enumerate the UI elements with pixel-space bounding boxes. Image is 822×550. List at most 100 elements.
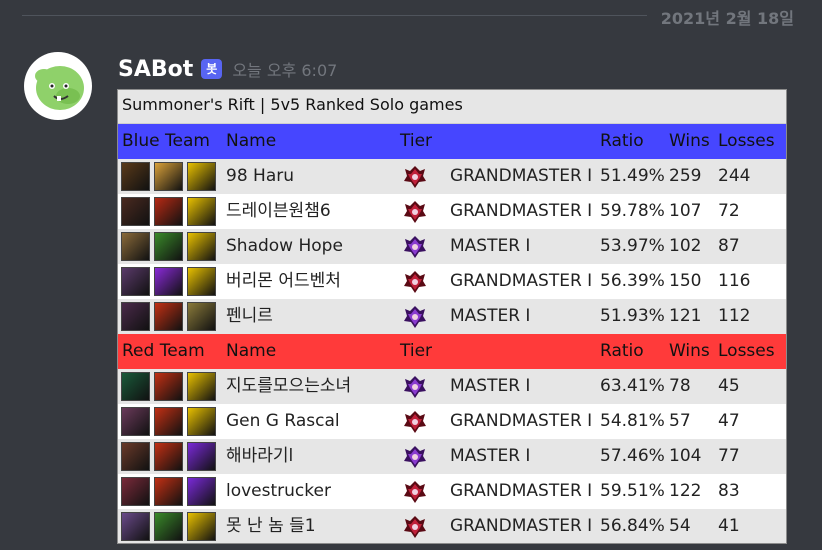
losses-count: 244 bbox=[718, 166, 751, 186]
player-icons bbox=[121, 372, 216, 401]
ranked-games-card: Summoner's Rift | 5v5 Ranked Solo games … bbox=[117, 89, 787, 544]
losses-count: 72 bbox=[718, 201, 740, 221]
player-icons bbox=[121, 512, 216, 541]
losses-count: 41 bbox=[718, 516, 740, 536]
player-icons bbox=[121, 232, 216, 261]
player-icons bbox=[121, 267, 216, 296]
win-ratio: 56.39% bbox=[600, 271, 665, 291]
losses-count: 87 bbox=[718, 236, 740, 256]
champion-portrait-icon bbox=[121, 302, 150, 331]
summoner-spell-icon bbox=[154, 267, 183, 296]
tier-label: MASTER I bbox=[450, 306, 531, 326]
table-row[interactable]: lovestrucker GRANDMASTER I 59.51% 122 83 bbox=[118, 474, 786, 509]
green-mascot-avatar-icon bbox=[35, 66, 84, 110]
keystone-rune-icon bbox=[187, 302, 216, 331]
win-ratio: 54.81% bbox=[600, 411, 665, 431]
table-row[interactable]: 드레이븐원챔6 GRANDMASTER I 59.78% 107 72 bbox=[118, 194, 786, 229]
player-icons bbox=[121, 302, 216, 331]
player-name[interactable]: 펜니르 bbox=[226, 299, 273, 334]
wins-count: 107 bbox=[669, 201, 702, 221]
red-header-name: Name bbox=[226, 341, 277, 361]
win-ratio: 51.93% bbox=[600, 306, 665, 326]
player-name[interactable]: 드레이븐원챔6 bbox=[226, 194, 331, 229]
champion-portrait-icon bbox=[121, 477, 150, 506]
table-row[interactable]: Shadow Hope MASTER I 53.97% 102 87 bbox=[118, 229, 786, 264]
player-name[interactable]: Shadow Hope bbox=[226, 229, 343, 264]
summoner-spell-icon bbox=[154, 442, 183, 471]
champion-portrait-icon bbox=[121, 512, 150, 541]
tier-label: GRANDMASTER I bbox=[450, 166, 593, 186]
message-header: SABot 봇 오늘 오후 6:07 bbox=[118, 54, 337, 84]
win-ratio: 63.41% bbox=[600, 376, 665, 396]
player-name[interactable]: 버리몬 어드벤처 bbox=[226, 264, 341, 299]
player-icons bbox=[121, 197, 216, 226]
keystone-rune-icon bbox=[187, 512, 216, 541]
blue-header-wins: Wins bbox=[669, 131, 710, 151]
champion-portrait-icon bbox=[121, 162, 150, 191]
table-row[interactable]: 해바라기l MASTER I 57.46% 104 77 bbox=[118, 439, 786, 474]
champion-portrait-icon bbox=[121, 232, 150, 261]
tier-label: GRANDMASTER I bbox=[450, 516, 593, 536]
table-row[interactable]: 못 난 놈 들1 GRANDMASTER I 56.84% 54 41 bbox=[118, 509, 786, 543]
player-name[interactable]: Gen G Rascal bbox=[226, 404, 340, 439]
summoner-spell-icon bbox=[154, 162, 183, 191]
grandmaster-emblem-icon bbox=[404, 271, 426, 293]
player-name[interactable]: lovestrucker bbox=[226, 474, 331, 509]
losses-count: 45 bbox=[718, 376, 740, 396]
table-row[interactable]: 지도를모으는소녀 MASTER I 63.41% 78 45 bbox=[118, 369, 786, 404]
player-name[interactable]: 98 Haru bbox=[226, 159, 294, 194]
date-label: 2021년 2월 18일 bbox=[660, 9, 794, 28]
tier-label: GRANDMASTER I bbox=[450, 201, 593, 221]
champion-portrait-icon bbox=[121, 197, 150, 226]
wins-count: 78 bbox=[669, 376, 691, 396]
username[interactable]: SABot bbox=[118, 57, 193, 82]
grandmaster-emblem-icon bbox=[404, 201, 426, 223]
player-name[interactable]: 지도를모으는소녀 bbox=[226, 369, 351, 404]
losses-count: 112 bbox=[718, 306, 751, 326]
table-row[interactable]: 펜니르 MASTER I 51.93% 121 112 bbox=[118, 299, 786, 334]
tier-label: GRANDMASTER I bbox=[450, 411, 593, 431]
grandmaster-emblem-icon bbox=[404, 481, 426, 503]
master-emblem-icon bbox=[404, 306, 426, 328]
avatar[interactable] bbox=[24, 52, 92, 120]
timestamp[interactable]: 오늘 오후 6:07 bbox=[232, 57, 337, 81]
losses-count: 83 bbox=[718, 481, 740, 501]
red-team-header: Red Team Name Tier Ratio Wins Losses bbox=[118, 334, 786, 369]
red-header-wins: Wins bbox=[669, 341, 710, 361]
player-icons bbox=[121, 477, 216, 506]
player-name[interactable]: 못 난 놈 들1 bbox=[226, 509, 316, 543]
summoner-spell-icon bbox=[154, 477, 183, 506]
table-row[interactable]: 버리몬 어드벤처 GRANDMASTER I 56.39% 150 116 bbox=[118, 264, 786, 299]
red-header-team: Red Team bbox=[122, 341, 205, 361]
keystone-rune-icon bbox=[187, 267, 216, 296]
player-icons bbox=[121, 442, 216, 471]
grandmaster-emblem-icon bbox=[404, 411, 426, 433]
blue-header-tier: Tier bbox=[400, 131, 433, 151]
champion-portrait-icon bbox=[121, 267, 150, 296]
summoner-spell-icon bbox=[154, 372, 183, 401]
win-ratio: 51.49% bbox=[600, 166, 665, 186]
tier-label: MASTER I bbox=[450, 376, 531, 396]
table-row[interactable]: Gen G Rascal GRANDMASTER I 54.81% 57 47 bbox=[118, 404, 786, 439]
tier-label: MASTER I bbox=[450, 236, 531, 256]
divider-line bbox=[22, 15, 647, 16]
summoner-spell-icon bbox=[154, 302, 183, 331]
keystone-rune-icon bbox=[187, 407, 216, 436]
table-row[interactable]: 98 Haru GRANDMASTER I 51.49% 259 244 bbox=[118, 159, 786, 194]
wins-count: 150 bbox=[669, 271, 702, 291]
losses-count: 47 bbox=[718, 411, 740, 431]
keystone-rune-icon bbox=[187, 197, 216, 226]
player-name[interactable]: 해바라기l bbox=[226, 439, 293, 474]
bot-tag: 봇 bbox=[201, 59, 223, 79]
player-icons bbox=[121, 407, 216, 436]
win-ratio: 56.84% bbox=[600, 516, 665, 536]
summoner-spell-icon bbox=[154, 197, 183, 226]
summoner-spell-icon bbox=[154, 232, 183, 261]
tier-label: GRANDMASTER I bbox=[450, 271, 593, 291]
blue-header-name: Name bbox=[226, 131, 277, 151]
grandmaster-emblem-icon bbox=[404, 166, 426, 188]
master-emblem-icon bbox=[404, 446, 426, 468]
keystone-rune-icon bbox=[187, 162, 216, 191]
champion-portrait-icon bbox=[121, 442, 150, 471]
win-ratio: 53.97% bbox=[600, 236, 665, 256]
